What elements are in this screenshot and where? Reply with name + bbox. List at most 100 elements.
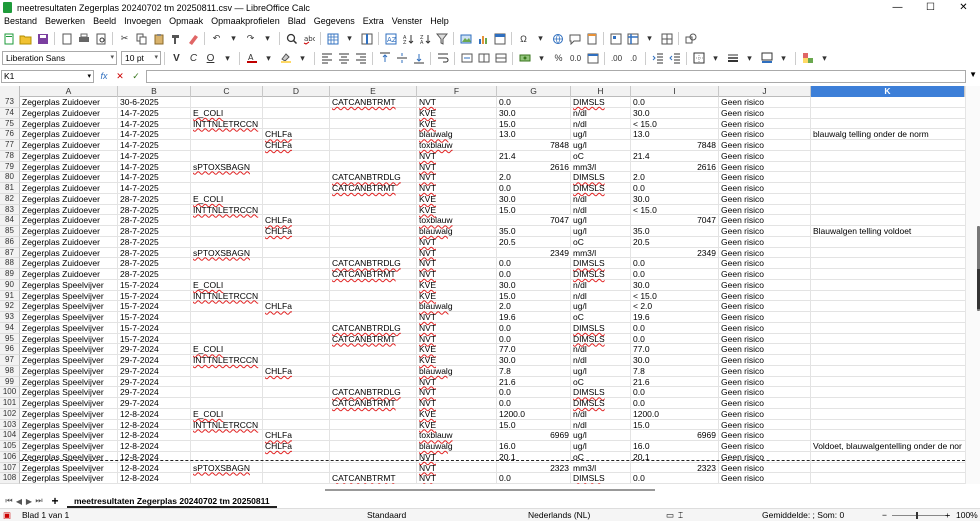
cell[interactable]: Zegerplas Speelvijver: [20, 398, 118, 409]
cell[interactable]: [811, 387, 965, 398]
chevron-down-icon[interactable]: ▾: [343, 32, 357, 46]
cell[interactable]: n/dl: [571, 419, 631, 431]
cell[interactable]: Zegerplas Speelvijver: [20, 462, 118, 474]
cell[interactable]: Zegerplas Speelvijver: [20, 333, 118, 345]
cell[interactable]: Geen risico: [719, 247, 811, 259]
vertical-scrollbar[interactable]: [965, 86, 980, 484]
row-header[interactable]: 82: [0, 193, 20, 205]
cell[interactable]: [263, 408, 330, 420]
cell[interactable]: 35.0: [497, 226, 571, 237]
row-header[interactable]: 103: [0, 419, 20, 431]
cell[interactable]: [811, 430, 965, 441]
row-header[interactable]: 93: [0, 312, 20, 323]
cell[interactable]: [191, 333, 263, 345]
cell[interactable]: NVT: [417, 97, 497, 108]
cell[interactable]: NVT: [417, 462, 497, 474]
maximize-button[interactable]: ☐: [914, 0, 947, 15]
cell[interactable]: 21.4: [497, 150, 571, 162]
cell[interactable]: [330, 107, 417, 119]
hyperlink-icon[interactable]: [551, 32, 565, 46]
cell[interactable]: 13.0: [631, 129, 719, 140]
cell[interactable]: n/dl: [571, 204, 631, 216]
cell[interactable]: [263, 247, 330, 259]
border-style-icon[interactable]: [726, 51, 740, 65]
row-header[interactable]: 95: [0, 333, 20, 345]
cell[interactable]: toxblauw: [417, 430, 497, 441]
cell[interactable]: n/dl: [571, 279, 631, 291]
cell[interactable]: [191, 473, 263, 484]
cell[interactable]: [263, 376, 330, 388]
cell[interactable]: [191, 129, 263, 140]
cell[interactable]: CATCANBTRMT: [330, 183, 417, 194]
print-icon[interactable]: [77, 32, 91, 46]
chevron-down-icon[interactable]: ▾: [535, 51, 549, 65]
insert-chart-icon[interactable]: [476, 32, 490, 46]
cell[interactable]: blauwalg: [417, 301, 497, 312]
cell[interactable]: oC: [571, 236, 631, 248]
chevron-down-icon[interactable]: ▾: [643, 32, 657, 46]
cell[interactable]: [330, 226, 417, 237]
cell[interactable]: [811, 140, 965, 151]
cell[interactable]: 28-7-2025: [118, 269, 191, 280]
cell[interactable]: 30.0: [631, 193, 719, 205]
cell[interactable]: 2323: [631, 462, 719, 474]
accept-icon[interactable]: ✓: [130, 71, 142, 82]
paste-icon[interactable]: [152, 32, 166, 46]
expand-formula-bar-icon[interactable]: ▼: [969, 70, 977, 79]
cell[interactable]: Geen risico: [719, 129, 811, 140]
cell[interactable]: Zegerplas Zuidoever: [20, 204, 118, 216]
cell[interactable]: Zegerplas Speelvijver: [20, 419, 118, 431]
cell[interactable]: [811, 291, 965, 302]
cell[interactable]: [191, 140, 263, 151]
cell[interactable]: NVT: [417, 258, 497, 269]
row-header[interactable]: 88: [0, 258, 20, 269]
cell[interactable]: [330, 193, 417, 205]
add-decimal-button[interactable]: .00: [610, 51, 624, 65]
cell[interactable]: Geen risico: [719, 408, 811, 420]
text-language[interactable]: Nederlands (NL): [528, 510, 590, 521]
row-header[interactable]: 104: [0, 430, 20, 441]
cell[interactable]: 15-7-2024: [118, 290, 191, 302]
cell[interactable]: DIMSLS: [571, 258, 631, 269]
cell[interactable]: Geen risico: [719, 441, 811, 452]
cell[interactable]: CHLFa: [263, 226, 330, 237]
sort-descending-icon[interactable]: ZA: [418, 32, 432, 46]
column-header-b[interactable]: B: [118, 86, 191, 97]
cell[interactable]: [811, 237, 965, 248]
bold-button[interactable]: V: [170, 51, 184, 65]
cell[interactable]: [330, 161, 417, 173]
cell[interactable]: sPTOXSBAGN: [191, 462, 263, 474]
cell[interactable]: 0.0: [631, 333, 719, 345]
cell[interactable]: 7848: [631, 140, 719, 151]
cell[interactable]: CATCANBTRDLG: [330, 258, 417, 269]
cell[interactable]: Geen risico: [719, 355, 811, 366]
cell[interactable]: CHLFa: [263, 301, 330, 312]
column-header-j[interactable]: J: [719, 86, 811, 97]
row-header[interactable]: 78: [0, 150, 20, 162]
minimize-button[interactable]: —: [881, 0, 914, 15]
conditional-format-icon[interactable]: [801, 51, 815, 65]
cell[interactable]: [811, 366, 965, 377]
page-style[interactable]: Standaard: [367, 510, 406, 521]
chevron-down-icon[interactable]: ▾: [534, 32, 548, 46]
cell[interactable]: toxblauw: [417, 215, 497, 226]
define-print-area-icon[interactable]: [609, 32, 623, 46]
cell[interactable]: Zegerplas Speelvijver: [20, 408, 118, 420]
cell[interactable]: [263, 462, 330, 474]
cell[interactable]: Zegerplas Speelvijver: [20, 355, 118, 366]
row-header[interactable]: 107: [0, 462, 20, 474]
cell[interactable]: Geen risico: [719, 419, 811, 431]
cell[interactable]: oC: [571, 376, 631, 388]
row-header[interactable]: 101: [0, 398, 20, 409]
cell[interactable]: Geen risico: [719, 226, 811, 237]
cell[interactable]: [330, 204, 417, 216]
cell[interactable]: Zegerplas Zuidoever: [20, 247, 118, 259]
cell[interactable]: 14-7-2025: [118, 107, 191, 119]
cell[interactable]: E_COLI: [191, 344, 263, 355]
cell[interactable]: CATCANBTRDLG: [330, 172, 417, 183]
cell[interactable]: Zegerplas Speelvijver: [20, 312, 118, 323]
cell[interactable]: 0.0: [631, 398, 719, 409]
cut-icon[interactable]: ✂: [118, 32, 132, 46]
cell[interactable]: KVE: [417, 290, 497, 302]
cell[interactable]: 15-7-2024: [118, 312, 191, 323]
